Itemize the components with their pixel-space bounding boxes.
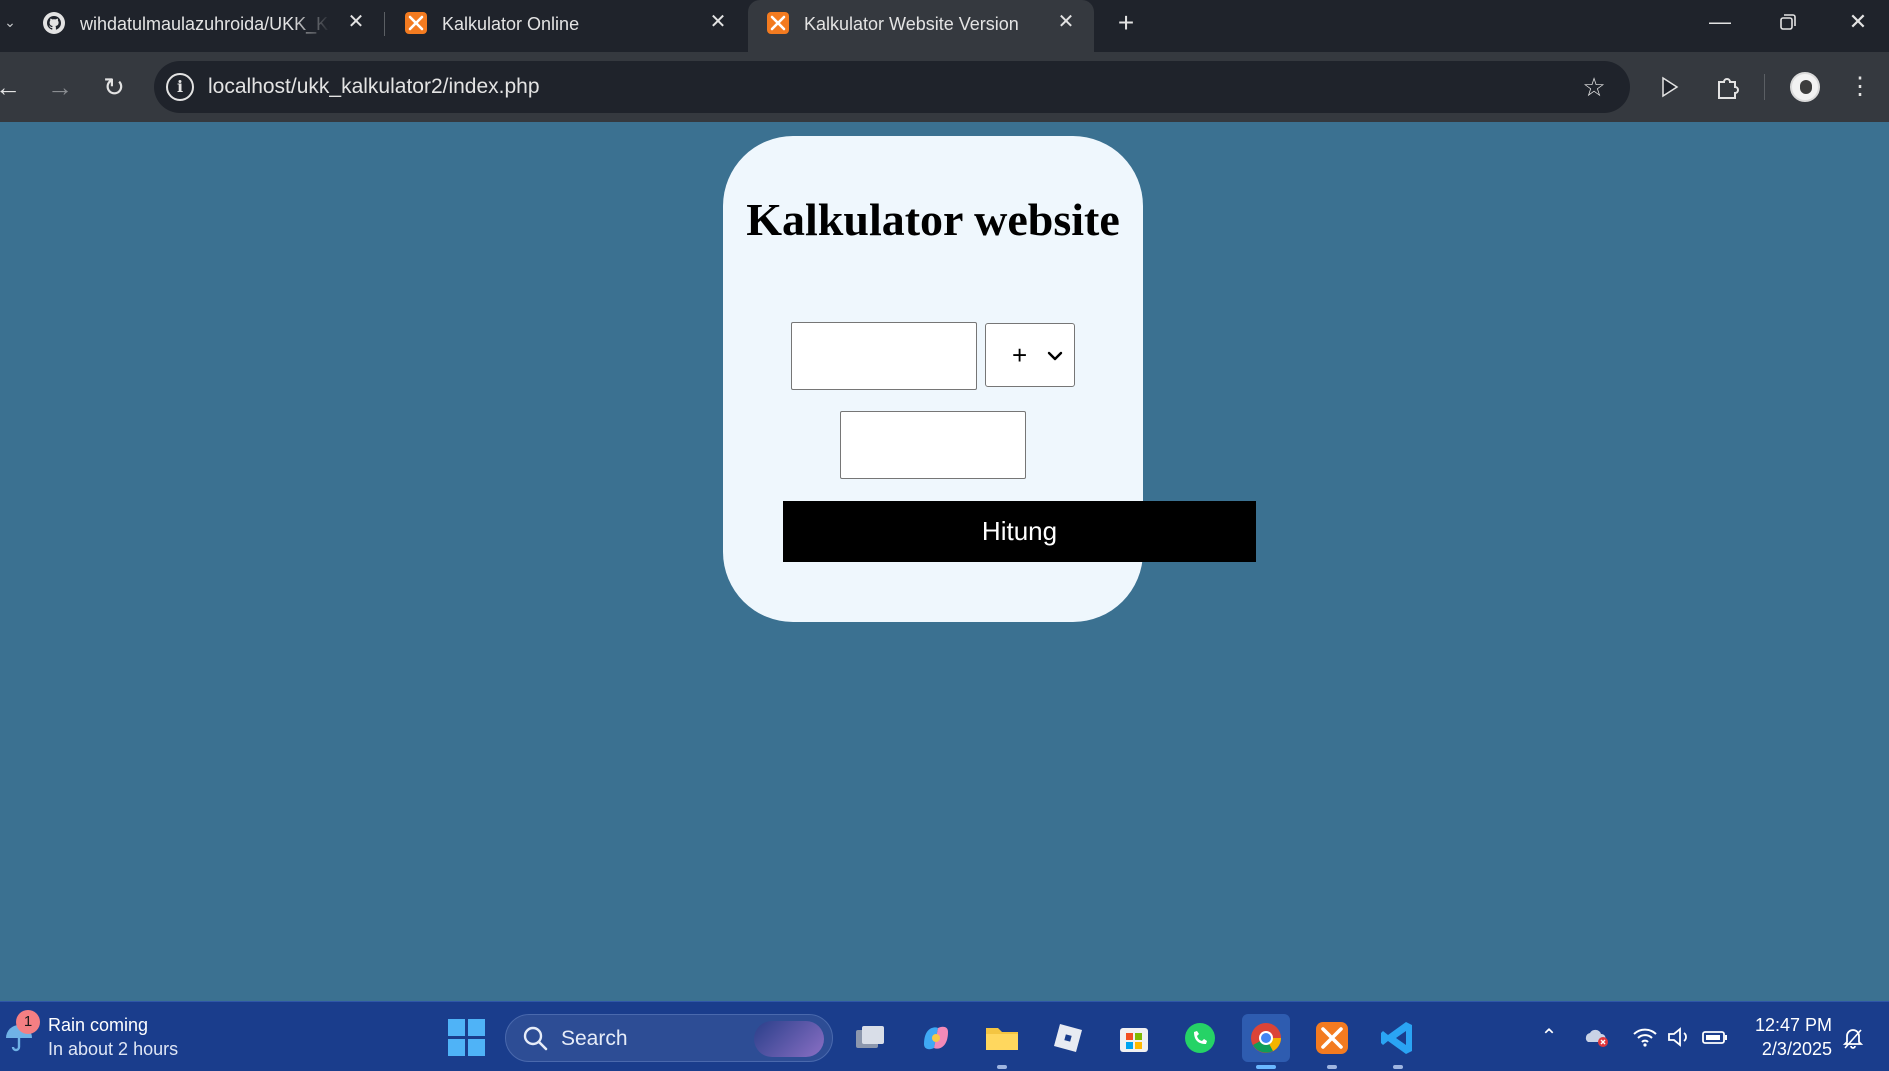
running-indicator [1327, 1065, 1337, 1069]
onedrive-error-icon[interactable] [1582, 1022, 1612, 1052]
windows-taskbar: 1 Rain coming In about 2 hours Search ⌃ … [0, 1001, 1889, 1071]
site-info-icon[interactable]: i [166, 73, 194, 101]
tab-github[interactable]: wihdatulmaulazuhroida/UKK_Kalkulator ✕ [24, 0, 384, 46]
running-indicator [997, 1065, 1007, 1069]
minimize-icon[interactable]: — [1700, 6, 1740, 38]
notifications-bell-icon[interactable] [1838, 1022, 1868, 1052]
address-bar[interactable]: i localhost/ukk_kalkulator2/index.php ☆ [154, 61, 1630, 113]
page-title: Kalkulator website [746, 194, 1120, 245]
xampp-taskbar-icon[interactable] [1308, 1014, 1356, 1069]
tab-close-icon[interactable]: ✕ [344, 10, 368, 34]
restore-icon[interactable] [1768, 6, 1808, 38]
xampp-icon [767, 12, 789, 34]
taskbar-search[interactable]: Search [505, 1014, 833, 1062]
browser-toolbar: ← → ↻ i localhost/ukk_kalkulator2/index.… [0, 52, 1889, 122]
search-icon [523, 1026, 548, 1051]
url-text[interactable]: localhost/ukk_kalkulator2/index.php [208, 73, 540, 101]
search-highlight-image [754, 1021, 824, 1057]
show-hidden-icons-chevron-icon[interactable]: ⌃ [1534, 1022, 1564, 1052]
weather-title: Rain coming [48, 1015, 149, 1035]
windows-start-icon[interactable] [448, 1019, 486, 1057]
copilot-icon[interactable] [912, 1014, 960, 1062]
task-view-icon[interactable] [846, 1014, 894, 1062]
vscode-icon[interactable] [1374, 1014, 1422, 1069]
tab-close-icon[interactable]: ✕ [706, 10, 730, 34]
weather-subtitle: In about 2 hours [48, 1039, 179, 1059]
chrome-icon[interactable] [1242, 1014, 1290, 1069]
file-explorer-icon[interactable] [978, 1014, 1026, 1069]
chevron-down-icon [1047, 351, 1063, 361]
running-indicator [1256, 1065, 1276, 1069]
weather-badge: 1 [16, 1010, 40, 1034]
media-cursor-icon[interactable] [1650, 67, 1690, 107]
first-number-input[interactable] [791, 322, 977, 390]
more-menu-icon[interactable]: ⋮ [1840, 67, 1880, 107]
operator-value: + [1012, 340, 1028, 370]
reload-icon[interactable]: ↻ [94, 67, 134, 107]
clock-time[interactable]: 12:47 PM [1752, 1014, 1832, 1036]
tab-close-icon[interactable]: ✕ [1054, 10, 1078, 34]
back-arrow-icon[interactable]: ← [0, 67, 28, 107]
tab-label: Kalkulator Website Version [804, 14, 1019, 34]
microsoft-store-icon[interactable] [1110, 1014, 1158, 1062]
close-window-icon[interactable]: ✕ [1838, 6, 1878, 38]
tab-label: Kalkulator Online [442, 14, 580, 34]
bookmark-star-icon[interactable]: ☆ [1578, 71, 1610, 103]
running-indicator [1393, 1065, 1403, 1069]
tab-search-chevron-icon[interactable]: ⌄ [0, 8, 20, 36]
wifi-icon[interactable] [1630, 1022, 1660, 1052]
extensions-puzzle-icon[interactable] [1708, 67, 1748, 107]
hitung-button[interactable]: Hitung [783, 501, 1256, 562]
toolbar-separator [1764, 74, 1765, 100]
whatsapp-icon[interactable] [1176, 1014, 1224, 1062]
tab-kalkulator-website-version[interactable]: Kalkulator Website Version ✕ [748, 0, 1094, 52]
browser-title-bar: ⌄ wihdatulmaulazuhroida/UKK_Kalkulator ✕… [0, 0, 1889, 52]
tab-kalkulator-online[interactable]: Kalkulator Online ✕ [386, 0, 746, 46]
forward-arrow-icon[interactable]: → [40, 67, 80, 107]
roblox-icon[interactable] [1044, 1014, 1092, 1062]
search-label: Search [561, 1027, 628, 1050]
tab-label: wihdatulmaulazuhroida/UKK_Kalkulator [80, 14, 330, 34]
profile-avatar[interactable] [1790, 72, 1820, 102]
xampp-icon [405, 12, 427, 34]
second-number-input[interactable] [840, 411, 1026, 479]
new-tab-button[interactable]: + [1110, 8, 1142, 40]
volume-icon[interactable] [1664, 1022, 1694, 1052]
battery-icon[interactable] [1700, 1022, 1730, 1052]
operator-select[interactable]: + [985, 323, 1075, 387]
clock-date[interactable]: 2/3/2025 [1752, 1038, 1832, 1060]
tab-separator [384, 12, 385, 36]
github-icon [43, 12, 65, 34]
